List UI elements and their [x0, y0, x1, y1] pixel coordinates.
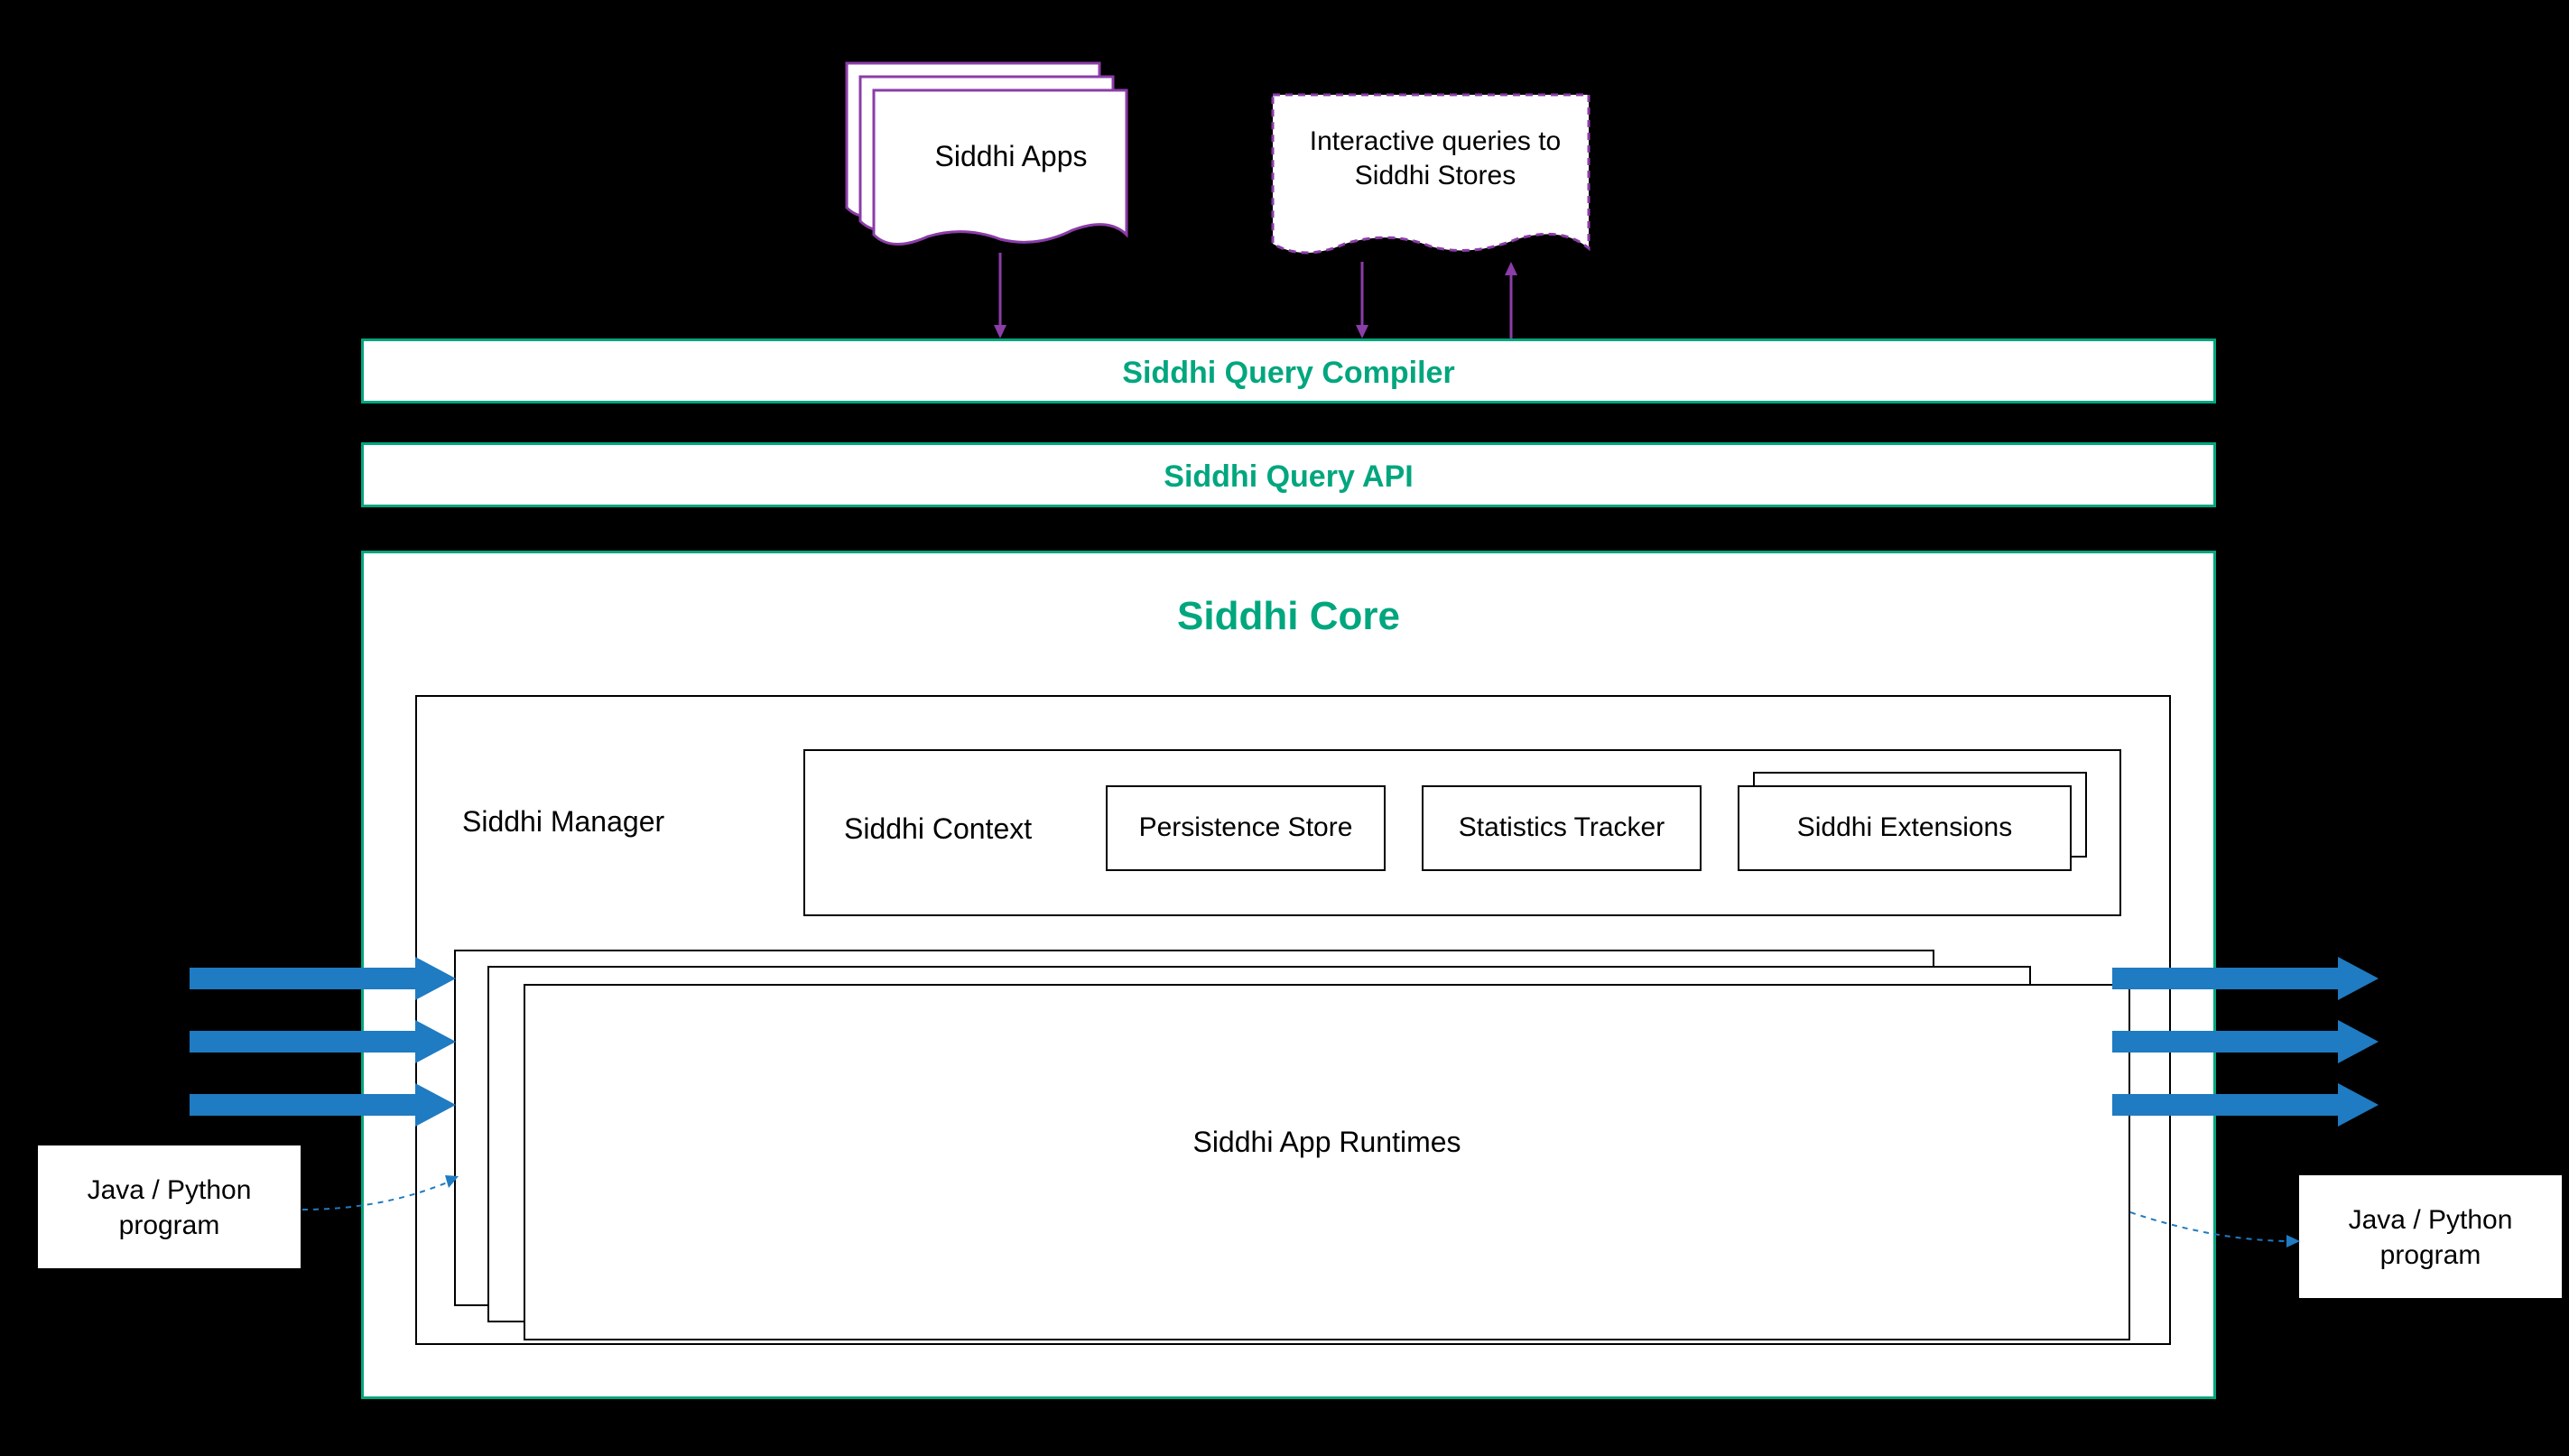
java-python-left-label-1: Java / Python: [38, 1175, 301, 1206]
java-python-left-box: Java / Python program: [36, 1144, 302, 1270]
siddhi-query-compiler-box: Siddhi Query Compiler: [361, 338, 2216, 403]
blue-arrow-input-3: [190, 1083, 460, 1127]
siddhi-apps-label: Siddhi Apps: [903, 140, 1119, 173]
siddhi-app-runtimes-box: Siddhi App Runtimes: [524, 984, 2130, 1340]
blue-arrow-input-1: [190, 957, 460, 1000]
arrow-queries-to-compiler-down: [1352, 262, 1372, 343]
java-python-right-label-1: Java / Python: [2299, 1205, 2562, 1236]
java-python-right-label-2: program: [2299, 1240, 2562, 1271]
siddhi-core-title: Siddhi Core: [364, 594, 2213, 639]
statistics-tracker-label: Statistics Tracker: [1424, 812, 1700, 843]
siddhi-context-label: Siddhi Context: [844, 812, 1079, 846]
interactive-queries-label-line1: Interactive queries to: [1291, 126, 1580, 157]
siddhi-app-runtimes-label: Siddhi App Runtimes: [525, 1126, 2128, 1159]
persistence-store-label: Persistence Store: [1108, 812, 1384, 843]
siddhi-query-api-box: Siddhi Query API: [361, 442, 2216, 507]
dashed-arrow-right: [2130, 1205, 2302, 1250]
arrow-apps-to-compiler: [990, 253, 1010, 343]
blue-arrow-output-1: [2112, 957, 2383, 1000]
architecture-diagram: Siddhi Apps Interactive queries to Siddh…: [0, 0, 2569, 1456]
siddhi-extensions-box: Siddhi Extensions: [1738, 785, 2072, 871]
interactive-queries-label-line2: Siddhi Stores: [1291, 161, 1580, 191]
blue-arrow-input-2: [190, 1020, 460, 1063]
persistence-store-box: Persistence Store: [1106, 785, 1386, 871]
java-python-right-box: Java / Python program: [2297, 1173, 2564, 1300]
siddhi-query-api-label: Siddhi Query API: [364, 459, 2213, 495]
blue-arrow-output-3: [2112, 1083, 2383, 1127]
blue-arrow-output-2: [2112, 1020, 2383, 1063]
java-python-left-label-2: program: [38, 1210, 301, 1241]
statistics-tracker-box: Statistics Tracker: [1422, 785, 1702, 871]
siddhi-manager-label: Siddhi Manager: [462, 805, 751, 839]
dashed-arrow-left: [302, 1173, 465, 1219]
siddhi-extensions-label: Siddhi Extensions: [1739, 812, 2070, 843]
siddhi-query-compiler-label: Siddhi Query Compiler: [364, 356, 2213, 391]
arrow-queries-to-compiler-up: [1501, 262, 1521, 343]
